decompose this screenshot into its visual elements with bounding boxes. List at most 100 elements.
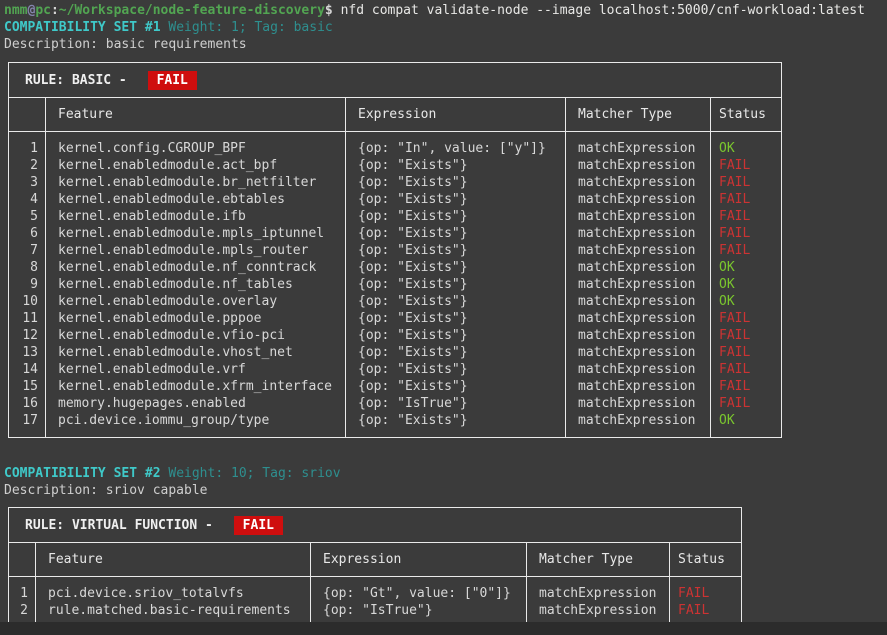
row-number: 4 [9, 191, 46, 208]
expression-cell: {op: "Exists"} [346, 191, 566, 208]
row-number: 16 [9, 395, 46, 412]
status-cell: OK [711, 293, 782, 310]
header-matcher-type: Matcher Type [566, 98, 711, 132]
status-cell: FAIL [711, 174, 782, 191]
status-cell: FAIL [711, 242, 782, 259]
status-cell: FAIL [711, 361, 782, 378]
prompt-hostname: pc [35, 3, 51, 18]
expression-cell: {op: "Exists"} [346, 242, 566, 259]
matcher-type-cell: matchExpression [566, 225, 711, 242]
expression-cell: {op: "IsTrue"} [346, 395, 566, 412]
row-number: 1 [9, 577, 36, 603]
table-row: 2 kernel.enabledmodule.act_bpf {op: "Exi… [9, 157, 782, 174]
virtual-function-rule-table: RULE: VIRTUAL FUNCTION - FAIL Feature Ex… [8, 507, 742, 628]
feature-cell: kernel.enabledmodule.nf_tables [46, 276, 346, 293]
basic-rule-table-body: 1 kernel.config.CGROUP_BPF {op: "In", va… [9, 132, 782, 438]
matcher-type-cell: matchExpression [566, 157, 711, 174]
compat-set-1-header: COMPATIBILITY SET #1 Weight: 1; Tag: bas… [4, 19, 887, 36]
matcher-type-cell: matchExpression [566, 412, 711, 438]
matcher-type-cell: matchExpression [527, 577, 670, 603]
row-number: 14 [9, 361, 46, 378]
rule-title-row: RULE: BASIC - FAIL [9, 63, 782, 98]
table-header-row: Feature Expression Matcher Type Status [9, 98, 782, 132]
status-cell: OK [711, 412, 782, 438]
expression-cell: {op: "Exists"} [346, 157, 566, 174]
fail-status-badge: FAIL [148, 71, 197, 90]
feature-cell: memory.hugepages.enabled [46, 395, 346, 412]
header-expression: Expression [311, 543, 527, 577]
fail-status-badge: FAIL [234, 516, 283, 535]
status-cell: OK [711, 259, 782, 276]
expression-cell: {op: "Gt", value: ["0"]} [311, 577, 527, 603]
header-number [9, 98, 46, 132]
expression-cell: {op: "Exists"} [346, 174, 566, 191]
row-number: 3 [9, 174, 46, 191]
status-cell: FAIL [670, 577, 742, 603]
rule-label: RULE: BASIC - [25, 73, 135, 88]
table-row: 14 kernel.enabledmodule.vrf {op: "Exists… [9, 361, 782, 378]
feature-cell: kernel.enabledmodule.pppoe [46, 310, 346, 327]
prompt-username: nmm [4, 3, 27, 18]
compat-set-1-title: COMPATIBILITY SET #1 [4, 20, 161, 35]
expression-cell: {op: "Exists"} [346, 327, 566, 344]
matcher-type-cell: matchExpression [566, 378, 711, 395]
table-row: 10 kernel.enabledmodule.overlay {op: "Ex… [9, 293, 782, 310]
matcher-type-cell: matchExpression [566, 208, 711, 225]
virtual-function-table-body: 1 pci.device.sriov_totalvfs {op: "Gt", v… [9, 577, 742, 628]
terminal-window[interactable]: nmm@pc:~/Workspace/node-feature-discover… [0, 0, 887, 628]
status-cell: FAIL [711, 378, 782, 395]
expression-cell: {op: "Exists"} [346, 293, 566, 310]
matcher-type-cell: matchExpression [566, 327, 711, 344]
feature-cell: kernel.enabledmodule.overlay [46, 293, 346, 310]
feature-cell: kernel.enabledmodule.act_bpf [46, 157, 346, 174]
expression-cell: {op: "In", value: ["y"]} [346, 132, 566, 158]
feature-cell: kernel.enabledmodule.ebtables [46, 191, 346, 208]
status-cell: FAIL [711, 327, 782, 344]
table-row: 13 kernel.enabledmodule.vhost_net {op: "… [9, 344, 782, 361]
status-cell: OK [711, 132, 782, 158]
compat-set-2-meta: Weight: 10; Tag: sriov [161, 466, 341, 481]
compat-set-1-meta: Weight: 1; Tag: basic [161, 20, 333, 35]
feature-cell: kernel.enabledmodule.vfio-pci [46, 327, 346, 344]
matcher-type-cell: matchExpression [566, 293, 711, 310]
matcher-type-cell: matchExpression [566, 259, 711, 276]
feature-cell: pci.device.sriov_totalvfs [36, 577, 311, 603]
row-number: 10 [9, 293, 46, 310]
compat-set-2-title: COMPATIBILITY SET #2 [4, 466, 161, 481]
prompt-colon: : [51, 3, 59, 18]
header-status: Status [670, 543, 742, 577]
table-row: 9 kernel.enabledmodule.nf_tables {op: "E… [9, 276, 782, 293]
matcher-type-cell: matchExpression [566, 132, 711, 158]
expression-cell: {op: "Exists"} [346, 259, 566, 276]
table-row: 4 kernel.enabledmodule.ebtables {op: "Ex… [9, 191, 782, 208]
header-feature: Feature [46, 98, 346, 132]
matcher-type-cell: matchExpression [566, 276, 711, 293]
table-row: 16 memory.hugepages.enabled {op: "IsTrue… [9, 395, 782, 412]
row-number: 9 [9, 276, 46, 293]
status-cell: FAIL [711, 395, 782, 412]
table-row: 17 pci.device.iommu_group/type {op: "Exi… [9, 412, 782, 438]
header-matcher-type: Matcher Type [527, 543, 670, 577]
matcher-type-cell: matchExpression [566, 242, 711, 259]
expression-cell: {op: "Exists"} [346, 208, 566, 225]
row-number: 7 [9, 242, 46, 259]
status-cell: FAIL [711, 225, 782, 242]
rule-label: RULE: VIRTUAL FUNCTION - [25, 518, 221, 533]
table-row: 3 kernel.enabledmodule.br_netfilter {op:… [9, 174, 782, 191]
feature-cell: kernel.enabledmodule.vhost_net [46, 344, 346, 361]
row-number: 13 [9, 344, 46, 361]
status-cell: FAIL [711, 191, 782, 208]
feature-cell: kernel.config.CGROUP_BPF [46, 132, 346, 158]
table-row: 7 kernel.enabledmodule.mpls_router {op: … [9, 242, 782, 259]
expression-cell: {op: "Exists"} [346, 225, 566, 242]
row-number: 8 [9, 259, 46, 276]
basic-rule-table: RULE: BASIC - FAIL Feature Expression Ma… [8, 62, 782, 438]
prompt-line: nmm@pc:~/Workspace/node-feature-discover… [4, 2, 887, 19]
row-number: 1 [9, 132, 46, 158]
row-number: 5 [9, 208, 46, 225]
status-cell: FAIL [711, 344, 782, 361]
matcher-type-cell: matchExpression [566, 174, 711, 191]
status-cell: OK [711, 276, 782, 293]
table-header-row: Feature Expression Matcher Type Status [9, 543, 742, 577]
feature-cell: kernel.enabledmodule.nf_conntrack [46, 259, 346, 276]
